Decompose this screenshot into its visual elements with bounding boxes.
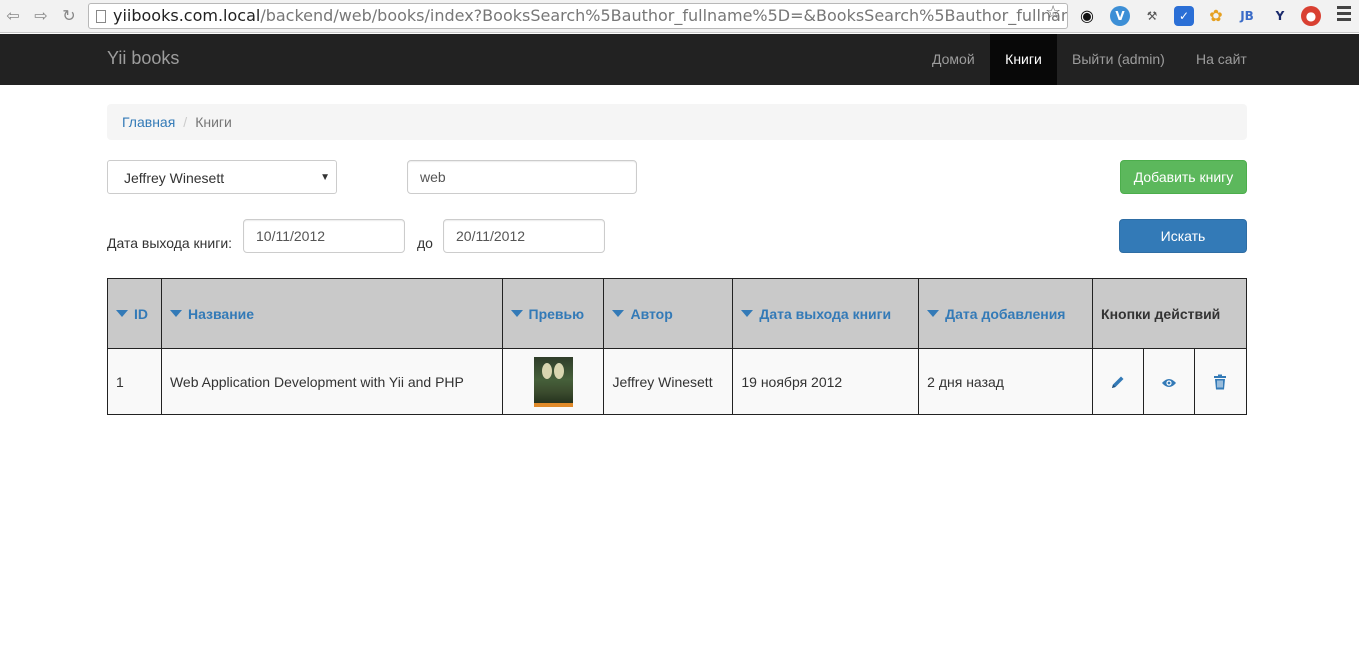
view-button[interactable] [1143, 348, 1195, 415]
sort-caret-icon [927, 309, 940, 317]
chevron-down-icon: ▼ [320, 172, 330, 183]
trash-icon [1214, 374, 1227, 390]
header-label: Название [187, 305, 255, 322]
browser-toolbar: ⇦ ⇨ ↻ yiibooks.com.local/backend/web/boo… [0, 0, 1359, 33]
nav-logout[interactable]: Выйти (admin) [1057, 34, 1180, 85]
back-icon[interactable]: ⇦ [2, 5, 24, 27]
header-label: Дата добавления [945, 305, 1066, 322]
search-button[interactable]: Искать [1119, 219, 1247, 253]
sort-caret-icon [612, 309, 625, 317]
cell-preview [501, 348, 605, 415]
forward-icon[interactable]: ⇨ [30, 5, 52, 27]
v-extension-icon[interactable]: V [1110, 6, 1130, 26]
y-extension-icon[interactable]: Y [1270, 6, 1290, 26]
eye-extension-icon[interactable]: ◉ [1077, 6, 1097, 26]
sort-caret-icon [169, 309, 182, 317]
breadcrumb-current: Книги [195, 114, 232, 130]
address-bar[interactable]: yiibooks.com.local/backend/web/books/ind… [88, 3, 1068, 29]
sort-release-date[interactable]: Дата выхода книги [732, 278, 920, 349]
book-cover-image[interactable] [533, 356, 573, 407]
cell-release-date: 19 ноября 2012 [732, 348, 920, 415]
menu-icon[interactable] [1337, 6, 1351, 24]
sort-author[interactable]: Автор [603, 278, 734, 349]
nav-books[interactable]: Книги [990, 34, 1057, 85]
tools-extension-icon[interactable]: ⚒ [1142, 6, 1162, 26]
nav-site[interactable]: На сайт [1181, 34, 1262, 85]
check-extension-icon[interactable]: ✓ [1174, 6, 1194, 26]
author-select-value: Jeffrey Winesett [124, 170, 225, 186]
delete-button[interactable] [1193, 348, 1248, 415]
brand[interactable]: Yii books [107, 48, 179, 69]
date-from-input[interactable]: 10/11/2012 [243, 219, 405, 253]
sort-preview[interactable]: Превью [501, 278, 605, 349]
sort-caret-icon [510, 309, 523, 317]
cell-id: 1 [107, 348, 162, 415]
actions-header: Кнопки действий [1092, 278, 1247, 349]
table-row: 1 Web Application Development with Yii a… [107, 348, 1248, 415]
breadcrumb-separator: / [183, 114, 188, 130]
edit-button[interactable] [1092, 348, 1144, 415]
jb-extension-icon[interactable]: JB [1237, 6, 1257, 26]
navbar: Yii books Домой Книги Выйти (admin) На с… [0, 34, 1359, 85]
date-to-input[interactable]: 20/11/2012 [443, 219, 605, 253]
books-table: ID Название Превью Автор Дата выхода кни… [107, 278, 1248, 415]
date-to-label: до [417, 235, 433, 251]
url-path: /backend/web/books/index?BooksSearch%5Ba… [260, 6, 1067, 25]
breadcrumb-home[interactable]: Главная [122, 114, 175, 130]
author-select[interactable]: Jeffrey Winesett ▼ [107, 160, 337, 194]
header-label: Дата выхода книги [759, 305, 892, 322]
sort-id[interactable]: ID [107, 278, 162, 349]
pencil-icon [1112, 376, 1124, 389]
table-header-row: ID Название Превью Автор Дата выхода кни… [107, 278, 1247, 349]
cell-author: Jeffrey Winesett [603, 348, 734, 415]
sort-caret-icon [116, 309, 128, 317]
nav-home[interactable]: Домой [917, 34, 990, 85]
color-extension-icon[interactable]: ● [1301, 6, 1321, 26]
flower-extension-icon[interactable]: ✿ [1206, 6, 1226, 26]
header-label: ID [134, 305, 148, 322]
cell-added: 2 дня назад [918, 348, 1094, 415]
url-host: yiibooks.com.local [113, 6, 261, 25]
sort-added-date[interactable]: Дата добавления [918, 278, 1094, 349]
bookmark-star-icon[interactable]: ☆ [1045, 2, 1061, 23]
add-book-button[interactable]: Добавить книгу [1120, 160, 1247, 194]
sort-caret-icon [741, 309, 754, 317]
release-date-label: Дата выхода книги: [107, 235, 233, 251]
reload-icon[interactable]: ↻ [58, 5, 80, 27]
sort-name[interactable]: Название [160, 278, 503, 349]
eye-icon [1161, 378, 1176, 387]
title-search-input[interactable]: web [407, 160, 637, 194]
cell-name: Web Application Development with Yii and… [160, 348, 503, 415]
breadcrumb: Главная / Книги [107, 104, 1247, 140]
header-label: Превью [528, 305, 585, 322]
header-label: Автор [630, 305, 673, 322]
cover-band [533, 402, 573, 407]
page-icon [96, 10, 106, 23]
